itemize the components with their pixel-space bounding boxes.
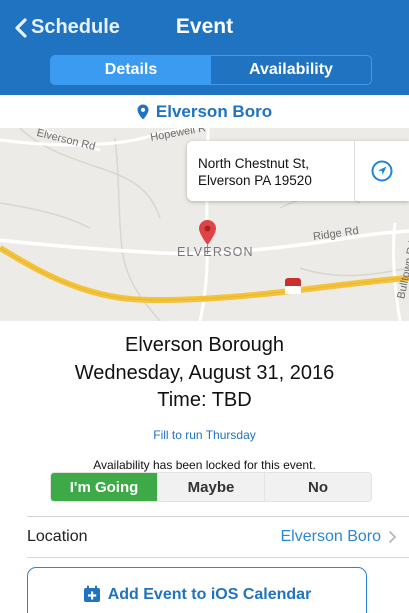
availability-going-button[interactable]: I'm Going [51,473,157,501]
availability-no-button[interactable]: No [264,473,371,501]
chevron-right-icon [381,517,403,557]
event-note: Fill to run Thursday [153,428,256,442]
location-header[interactable]: Elverson Boro [0,95,409,128]
address-callout[interactable]: North Chestnut St, Elverson PA 19520 [187,141,409,201]
divider [27,557,409,558]
event-time: Time: TBD [157,389,252,411]
address-line-1: North Chestnut St, [198,156,310,171]
availability-selector: I'm Going Maybe No [50,472,372,502]
location-row-label: Location [27,528,88,545]
map-label-town: ELVERSON [177,245,254,259]
calendar-add-icon [83,585,100,602]
page-title: Event [175,15,234,38]
tab-details[interactable]: Details [51,56,211,84]
event-map[interactable]: Elverson Rd Hopewell R Ridge Rd Bulltown… [0,128,409,321]
view-segmented-control: Details Availability [50,55,372,85]
location-row[interactable]: Location Elverson Boro [27,517,409,557]
add-to-calendar-button[interactable]: Add Event to iOS Calendar [27,567,367,613]
navigation-arrow-icon [371,160,393,182]
event-date: Wednesday, August 31, 2016 [74,362,335,384]
location-header-label: Elverson Boro [155,101,273,121]
add-to-calendar-label: Add Event to iOS Calendar [107,586,312,603]
navigation-bar: Schedule Event Details Availability [0,0,409,95]
address-text: North Chestnut St, Elverson PA 19520 [198,155,312,189]
map-pin-icon [137,104,149,119]
availability-locked-message: Availability has been locked for this ev… [93,458,316,472]
navigate-button[interactable] [355,141,409,201]
location-row-value: Elverson Boro [280,528,382,545]
event-name: Elverson Borough [125,334,284,356]
address-line-2: Elverson PA 19520 [198,173,312,188]
availability-maybe-button[interactable]: Maybe [157,473,264,501]
tab-availability[interactable]: Availability [211,56,371,84]
